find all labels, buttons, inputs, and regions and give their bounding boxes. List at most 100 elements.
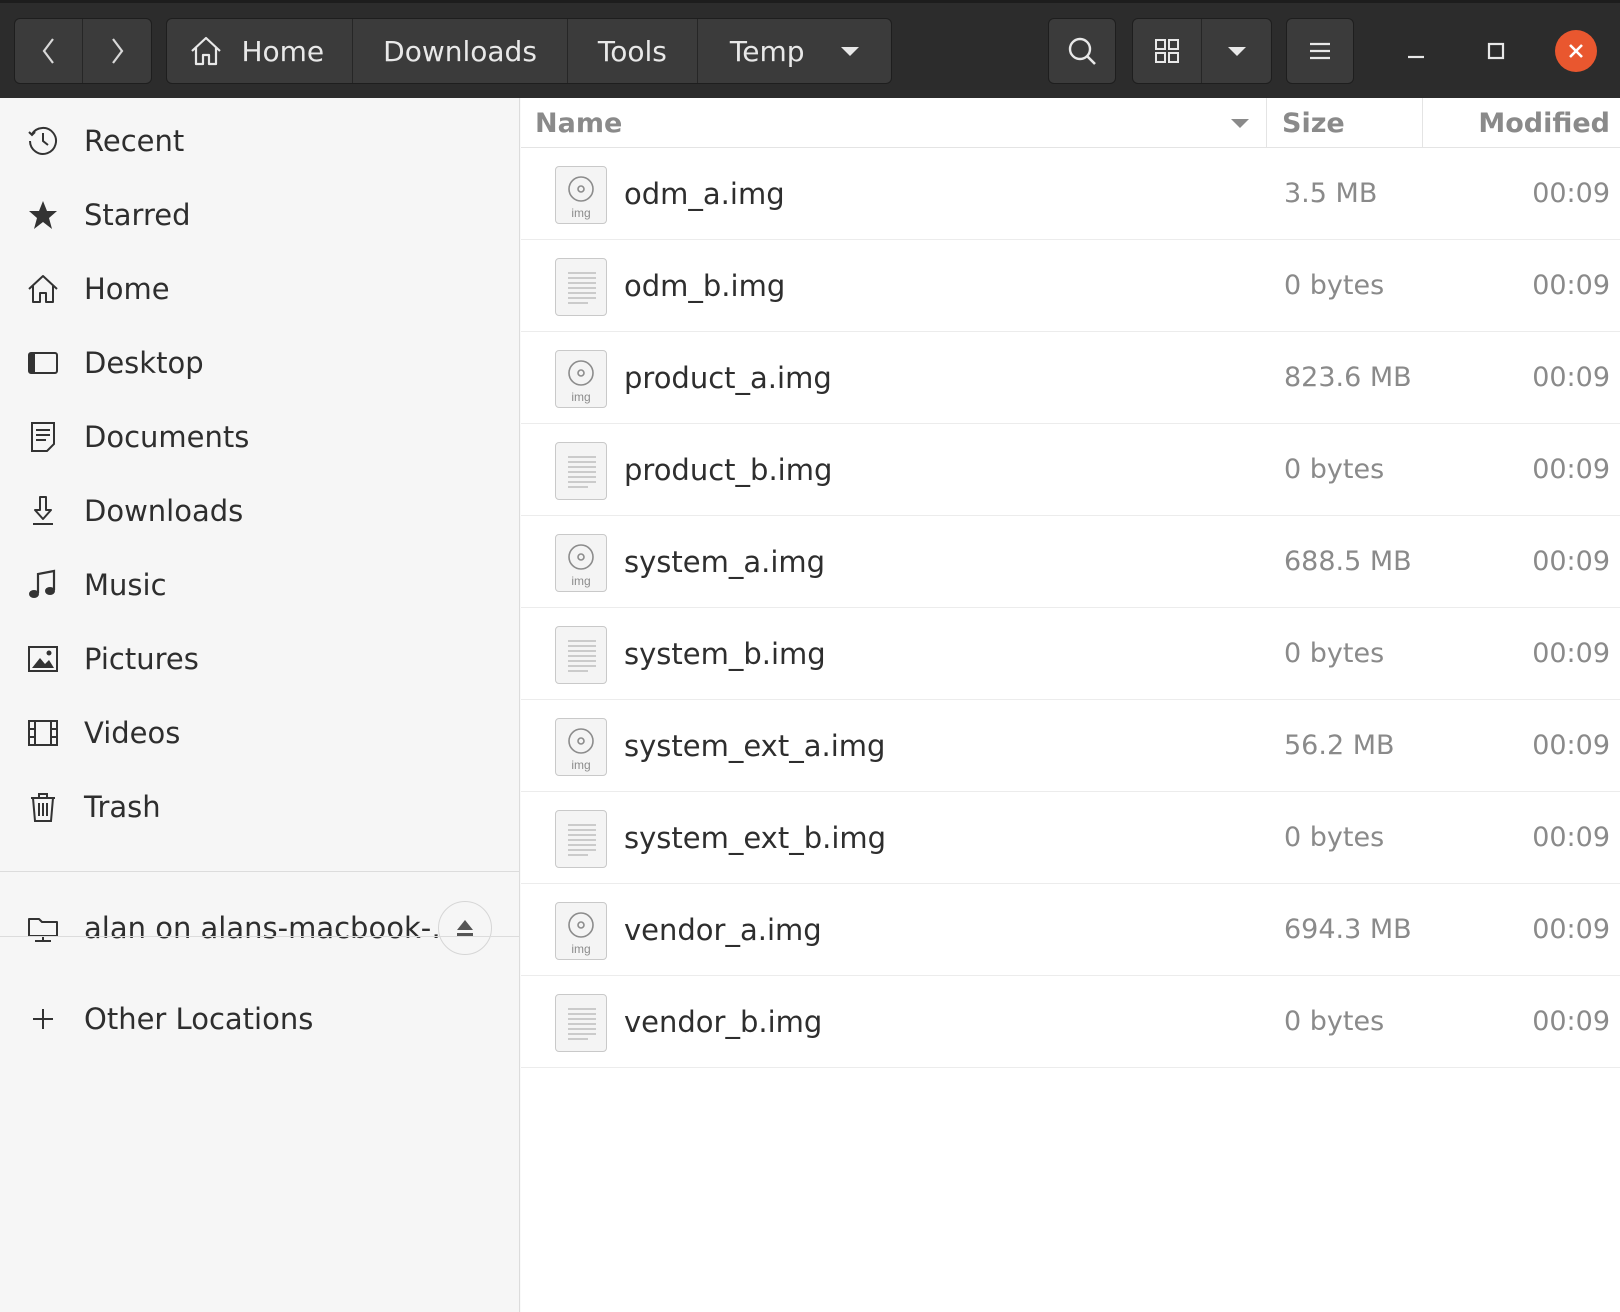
hamburger-menu-icon bbox=[1310, 42, 1330, 60]
grid-view-button[interactable] bbox=[1133, 19, 1202, 83]
view-options-dropdown-icon bbox=[1227, 47, 1246, 56]
file-row[interactable]: img odm_a.img 3.5 MB 00:09 bbox=[521, 148, 1620, 240]
file-size: 688.5 MB bbox=[1284, 546, 1412, 577]
home-icon bbox=[26, 272, 60, 306]
file-row[interactable]: img system_a.img 688.5 MB 00:09 bbox=[521, 516, 1620, 608]
chevron-right-icon bbox=[112, 38, 124, 64]
sidebar-item-home[interactable]: Home bbox=[0, 253, 520, 325]
sidebar-item-documents[interactable]: Documents bbox=[0, 401, 520, 473]
img-label: img bbox=[571, 206, 590, 220]
sidebar-item-network-share[interactable]: alan on alans-macbook-… bbox=[0, 892, 520, 964]
breadcrumb-downloads-label: Downloads bbox=[383, 34, 537, 68]
search-button[interactable] bbox=[1048, 18, 1116, 84]
disk-image-icon: img bbox=[555, 166, 607, 224]
chevron-left-icon bbox=[42, 38, 54, 64]
grid-view-icon bbox=[1155, 39, 1179, 63]
column-header-name[interactable]: Name bbox=[535, 98, 1235, 148]
network-folder-icon bbox=[26, 911, 60, 945]
sidebar-item-trash[interactable]: Trash bbox=[0, 771, 520, 843]
clock-icon bbox=[26, 124, 60, 158]
column-header-size[interactable]: Size bbox=[1282, 98, 1412, 148]
minimize-button[interactable] bbox=[1396, 31, 1436, 71]
close-button[interactable] bbox=[1555, 30, 1597, 72]
sidebar-item-label: Pictures bbox=[84, 642, 199, 676]
breadcrumb-downloads[interactable]: Downloads bbox=[353, 19, 568, 83]
sort-descending-icon[interactable] bbox=[1229, 116, 1251, 130]
desktop-icon bbox=[26, 346, 60, 380]
maximize-button[interactable] bbox=[1476, 31, 1516, 71]
sidebar-item-label: Starred bbox=[84, 198, 191, 232]
search-icon bbox=[1068, 37, 1096, 65]
disk-image-icon: img bbox=[555, 718, 607, 776]
breadcrumb-temp[interactable]: Temp bbox=[698, 19, 885, 83]
file-row[interactable]: img product_a.img 823.6 MB 00:09 bbox=[521, 332, 1620, 424]
file-size: 0 bytes bbox=[1284, 1006, 1385, 1037]
file-modified: 00:09 bbox=[1532, 914, 1610, 945]
main-menu-button[interactable] bbox=[1286, 18, 1354, 84]
file-name: system_b.img bbox=[624, 637, 826, 671]
sidebar-item-videos[interactable]: Videos bbox=[0, 697, 520, 769]
sidebar-separator bbox=[0, 936, 520, 937]
sidebar-item-other-locations[interactable]: Other Locations bbox=[0, 983, 520, 1055]
trash-icon bbox=[26, 790, 60, 824]
text-file-icon bbox=[555, 810, 607, 868]
download-icon bbox=[26, 494, 60, 528]
sidebar-item-downloads[interactable]: Downloads bbox=[0, 475, 520, 547]
view-options-button[interactable] bbox=[1202, 19, 1271, 83]
file-row[interactable]: odm_b.img 0 bytes 00:09 bbox=[521, 240, 1620, 332]
file-name: vendor_b.img bbox=[624, 1005, 823, 1039]
eject-button[interactable] bbox=[438, 901, 492, 955]
file-row[interactable]: vendor_b.img 0 bytes 00:09 bbox=[521, 976, 1620, 1068]
img-label: img bbox=[571, 390, 590, 404]
column-header-size-label: Size bbox=[1282, 107, 1345, 139]
file-name: system_a.img bbox=[624, 545, 826, 579]
sidebar-item-pictures[interactable]: Pictures bbox=[0, 623, 520, 695]
column-separator bbox=[1422, 98, 1423, 148]
img-label: img bbox=[571, 942, 590, 956]
file-row[interactable]: img system_ext_a.img 56.2 MB 00:09 bbox=[521, 700, 1620, 792]
file-size: 56.2 MB bbox=[1284, 730, 1395, 761]
column-header-modified-label: Modified bbox=[1478, 107, 1610, 139]
file-name: product_b.img bbox=[624, 453, 833, 487]
file-name: odm_a.img bbox=[624, 177, 785, 211]
sidebar-item-label: Other Locations bbox=[84, 1002, 314, 1036]
column-header-name-label: Name bbox=[535, 107, 623, 139]
disk-image-icon: img bbox=[555, 902, 607, 960]
picture-icon bbox=[26, 642, 60, 676]
column-header-modified[interactable]: Modified bbox=[1430, 98, 1610, 148]
sidebar-item-music[interactable]: Music bbox=[0, 549, 520, 621]
file-name: vendor_a.img bbox=[624, 913, 822, 947]
music-icon bbox=[26, 568, 60, 602]
file-size: 0 bytes bbox=[1284, 822, 1385, 853]
sidebar-separator bbox=[0, 871, 520, 872]
view-controls bbox=[1132, 18, 1272, 84]
file-row[interactable]: product_b.img 0 bytes 00:09 bbox=[521, 424, 1620, 516]
minimize-icon bbox=[1408, 55, 1424, 59]
maximize-icon bbox=[1487, 42, 1505, 60]
sidebar: Recent Starred Home Desktop Documents Do… bbox=[0, 98, 520, 1312]
file-modified: 00:09 bbox=[1532, 1006, 1610, 1037]
header-bar: Home Downloads Tools Temp bbox=[0, 0, 1620, 98]
breadcrumb-tools-label: Tools bbox=[597, 34, 667, 68]
sidebar-item-starred[interactable]: Starred bbox=[0, 179, 520, 251]
breadcrumb-home[interactable]: Home bbox=[173, 19, 354, 83]
file-row[interactable]: img vendor_a.img 694.3 MB 00:09 bbox=[521, 884, 1620, 976]
column-separator bbox=[1266, 98, 1267, 148]
file-name: system_ext_a.img bbox=[624, 729, 886, 763]
sidebar-item-desktop[interactable]: Desktop bbox=[0, 327, 520, 399]
forward-button[interactable] bbox=[83, 19, 151, 83]
home-icon bbox=[191, 36, 222, 66]
sidebar-item-label: alan on alans-macbook-… bbox=[84, 911, 461, 945]
sidebar-item-label: Trash bbox=[84, 790, 161, 824]
text-file-icon bbox=[555, 994, 607, 1052]
breadcrumb-tools[interactable]: Tools bbox=[568, 19, 698, 83]
back-button[interactable] bbox=[15, 19, 83, 83]
breadcrumb-temp-label: Temp bbox=[729, 34, 805, 68]
sidebar-item-label: Desktop bbox=[84, 346, 204, 380]
file-size: 0 bytes bbox=[1284, 638, 1385, 669]
file-row[interactable]: system_ext_b.img 0 bytes 00:09 bbox=[521, 792, 1620, 884]
file-row[interactable]: system_b.img 0 bytes 00:09 bbox=[521, 608, 1620, 700]
file-size: 823.6 MB bbox=[1284, 362, 1412, 393]
sidebar-item-recent[interactable]: Recent bbox=[0, 105, 520, 177]
sidebar-item-label: Videos bbox=[84, 716, 181, 750]
